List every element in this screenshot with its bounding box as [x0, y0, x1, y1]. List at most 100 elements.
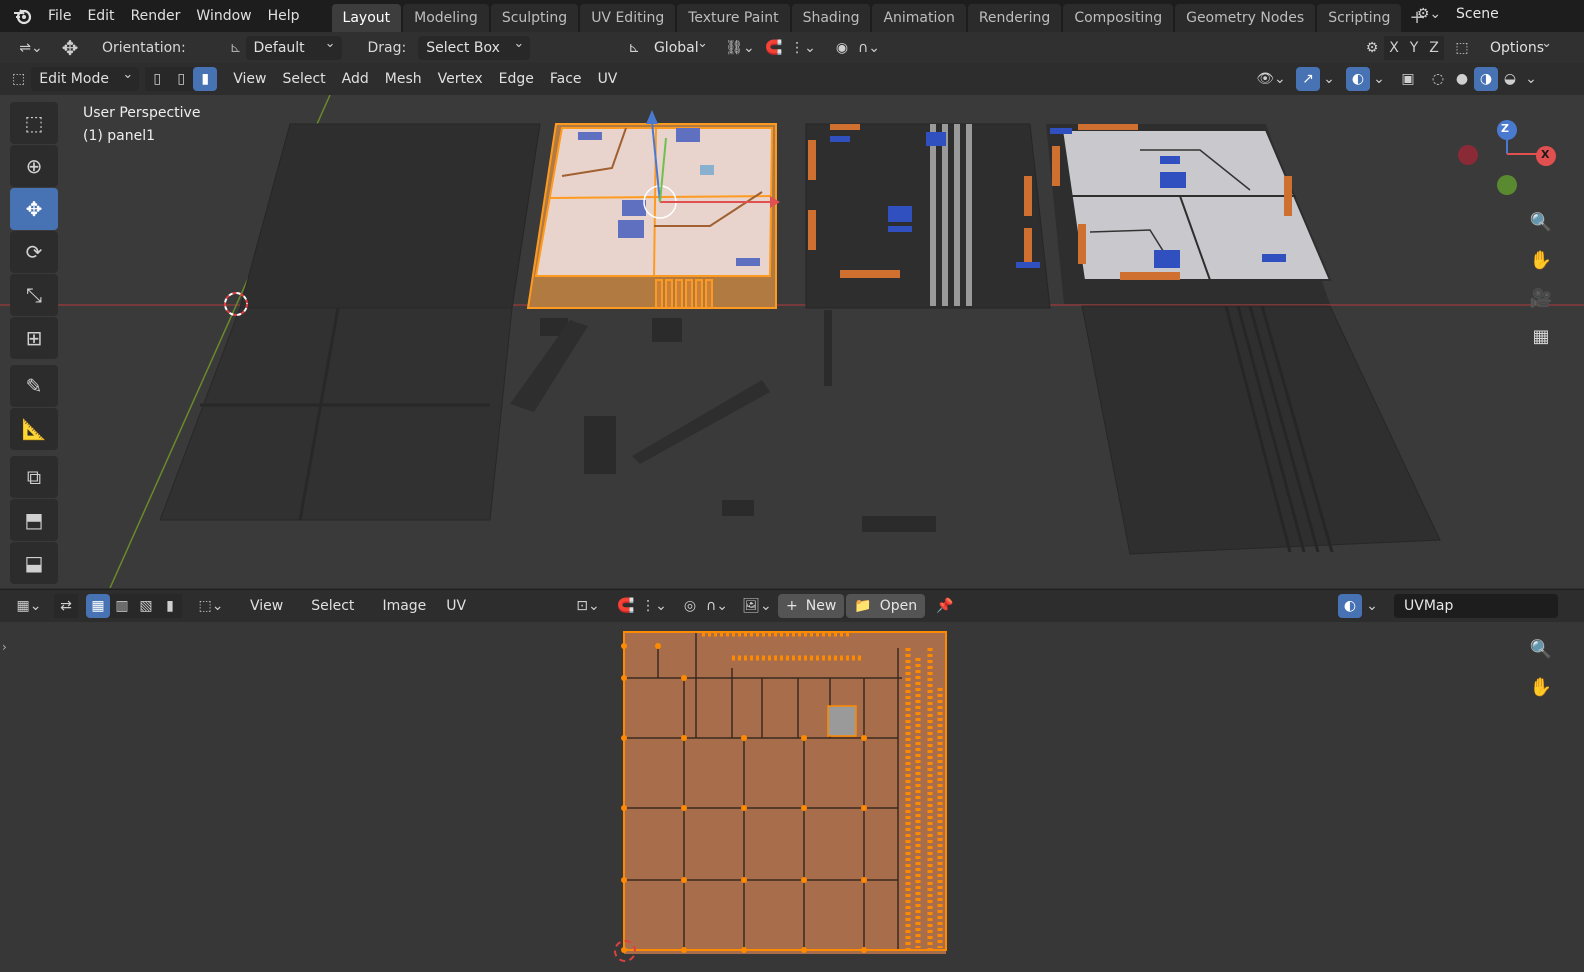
cursor-tool-icon[interactable]: ⊕ — [10, 145, 58, 187]
uv-sync-icon[interactable]: ⇄ — [54, 594, 78, 618]
inset-tool-icon[interactable]: ⬓ — [10, 542, 58, 584]
tab-texture-paint[interactable]: Texture Paint — [677, 4, 790, 32]
axis-x-toggle[interactable]: X — [1384, 36, 1404, 60]
menu-help[interactable]: Help — [260, 2, 308, 30]
uv-menu-select[interactable]: Select — [303, 594, 362, 618]
rotate-tool-icon[interactable]: ⟳ — [10, 231, 58, 273]
viewport-menu-uv[interactable]: UV — [590, 67, 626, 91]
xray-toggle-icon[interactable]: ▣ — [1396, 67, 1420, 91]
vertex-select-icon[interactable]: ▯ — [145, 67, 170, 91]
camera-view-icon[interactable]: 🎥 — [1524, 281, 1558, 315]
uv-menu-view[interactable]: View — [242, 594, 291, 618]
drag-dropdown[interactable]: Select Box — [418, 32, 531, 60]
scene-name-field[interactable]: Scene — [1446, 2, 1576, 26]
tab-rendering[interactable]: Rendering — [967, 4, 1062, 32]
uv-island-select-icon[interactable]: ▮ — [158, 594, 182, 618]
uv-snap-icon[interactable]: 🧲 — [614, 594, 638, 618]
snap-icon[interactable]: 🧲 — [762, 36, 786, 60]
menu-render[interactable]: Render — [123, 2, 189, 30]
tab-scripting[interactable]: Scripting — [1317, 4, 1402, 32]
uvmap-field[interactable]: UVMap — [1394, 594, 1558, 618]
uv-editor-canvas[interactable]: › 🔍 ✋ — [0, 622, 1584, 972]
face-select-icon[interactable]: ▮ — [193, 67, 218, 91]
tab-layout[interactable]: Layout — [331, 4, 402, 32]
tab-animation[interactable]: Animation — [872, 4, 966, 32]
gizmo-x-label[interactable]: X — [1541, 148, 1549, 161]
uv-overlay-icon[interactable]: ◐ — [1338, 594, 1362, 618]
auto-merge-icon[interactable]: ⬚ — [1450, 36, 1474, 60]
add-cube-tool-icon[interactable]: ⧉ — [10, 456, 58, 498]
measure-tool-icon[interactable]: 📐 — [10, 408, 58, 450]
uv-proportional-icon[interactable]: ◎ — [678, 594, 702, 618]
uv-vertex-select-icon[interactable]: ▦ — [86, 594, 110, 618]
gizmo-toggle-icon[interactable]: ↗ — [1296, 67, 1320, 91]
viewport-menu-vertex[interactable]: Vertex — [430, 67, 491, 91]
scene-selector-icon[interactable]: ⚙⌄ — [1412, 2, 1446, 26]
3d-viewport[interactable]: User Perspective (1) panel1 Z X 🔍 ✋ 🎥 ▦ — [0, 95, 1584, 588]
uv-overlay-dropdown-icon[interactable]: ⌄ — [1362, 594, 1382, 618]
wireframe-shading-icon[interactable]: ◌ — [1426, 67, 1450, 91]
tab-geometry-nodes[interactable]: Geometry Nodes — [1175, 4, 1316, 32]
proportional-edit-icon[interactable]: ◉ — [830, 36, 854, 60]
pin-icon[interactable]: 📌 — [933, 594, 957, 618]
uv-menu-image[interactable]: Image — [374, 594, 434, 618]
rendered-shading-icon[interactable]: ◒ — [1498, 67, 1522, 91]
uv-2d-cursor[interactable] — [614, 940, 636, 962]
material-shading-icon[interactable]: ◑ — [1474, 67, 1498, 91]
snap-target-icon[interactable]: ⋮⌄ — [786, 36, 820, 60]
uv-pivot-icon[interactable]: ⊡⌄ — [570, 594, 606, 618]
left-panel-toggle-icon[interactable]: › — [2, 640, 7, 654]
transform-orientation-dropdown[interactable]: Global — [646, 32, 714, 60]
uv-sticky-select-icon[interactable]: ⬚⌄ — [194, 594, 228, 618]
tab-shading[interactable]: Shading — [791, 4, 871, 32]
viewport-menu-view[interactable]: View — [225, 67, 274, 91]
tab-compositing[interactable]: Compositing — [1063, 4, 1174, 32]
zoom-icon[interactable]: 🔍 — [1524, 205, 1558, 239]
tab-sculpting[interactable]: Sculpting — [490, 4, 579, 32]
orientation-dropdown[interactable]: Default — [245, 32, 342, 60]
pan-hand-icon[interactable]: ✋ — [1524, 243, 1558, 277]
uv-edge-select-icon[interactable]: ▥ — [110, 594, 134, 618]
gizmo-dropdown-icon[interactable]: ⌄ — [1320, 67, 1338, 91]
viewport-menu-add[interactable]: Add — [334, 67, 377, 91]
tab-modeling[interactable]: Modeling — [403, 4, 489, 32]
uv-pan-hand-icon[interactable]: ✋ — [1524, 670, 1558, 704]
options-dropdown[interactable]: Options — [1482, 32, 1558, 60]
annotate-tool-icon[interactable]: ✎ — [10, 365, 58, 407]
viewport-menu-face[interactable]: Face — [542, 67, 590, 91]
open-image-button[interactable]: 📁 Open — [846, 594, 926, 618]
viewport-menu-edge[interactable]: Edge — [491, 67, 542, 91]
solid-shading-icon[interactable]: ● — [1450, 67, 1474, 91]
menu-file[interactable]: File — [40, 2, 79, 30]
tab-uv-editing[interactable]: UV Editing — [580, 4, 676, 32]
viewport-menu-mesh[interactable]: Mesh — [377, 67, 430, 91]
overlay-dropdown-icon[interactable]: ⌄ — [1370, 67, 1388, 91]
mode-dropdown[interactable]: Edit Mode — [31, 63, 140, 91]
blender-logo-icon[interactable] — [8, 4, 36, 28]
menu-window[interactable]: Window — [188, 2, 259, 30]
gizmo-z-label[interactable]: Z — [1501, 122, 1509, 135]
mirror-icon[interactable]: ⚙ — [1360, 36, 1384, 60]
select-box-tool-icon[interactable]: ⬚ — [10, 102, 58, 144]
uv-zoom-icon[interactable]: 🔍 — [1524, 632, 1558, 666]
edge-select-icon[interactable]: ▯ — [169, 67, 194, 91]
menu-edit[interactable]: Edit — [79, 2, 122, 30]
uv-editor-type-icon[interactable]: ▦⌄ — [12, 594, 46, 618]
visibility-icon[interactable]: 👁⌄ — [1252, 67, 1290, 91]
extrude-tool-icon[interactable]: ⬒ — [10, 499, 58, 541]
viewport-menu-select[interactable]: Select — [274, 67, 333, 91]
editor-type-icon[interactable]: ⇌⌄ — [14, 36, 48, 60]
shading-dropdown-icon[interactable]: ⌄ — [1522, 67, 1540, 91]
uv-face-select-icon[interactable]: ▧ — [134, 594, 158, 618]
uv-snap-target-icon[interactable]: ⋮⌄ — [638, 594, 670, 618]
axis-z-toggle[interactable]: Z — [1424, 36, 1444, 60]
scale-tool-icon[interactable]: ⤡ — [10, 274, 58, 316]
new-image-button[interactable]: + New — [778, 594, 845, 618]
grid-view-icon[interactable]: ▦ — [1524, 319, 1558, 353]
transform-tool-icon[interactable]: ⊞ — [10, 317, 58, 359]
image-browse-icon[interactable]: 🖼⌄ — [740, 594, 774, 618]
move-tool-button-icon[interactable]: ✥ — [10, 188, 58, 230]
overlay-toggle-icon[interactable]: ◐ — [1346, 67, 1370, 91]
falloff-icon[interactable]: ∩⌄ — [854, 36, 884, 60]
uv-menu-uv[interactable]: UV — [438, 594, 474, 618]
